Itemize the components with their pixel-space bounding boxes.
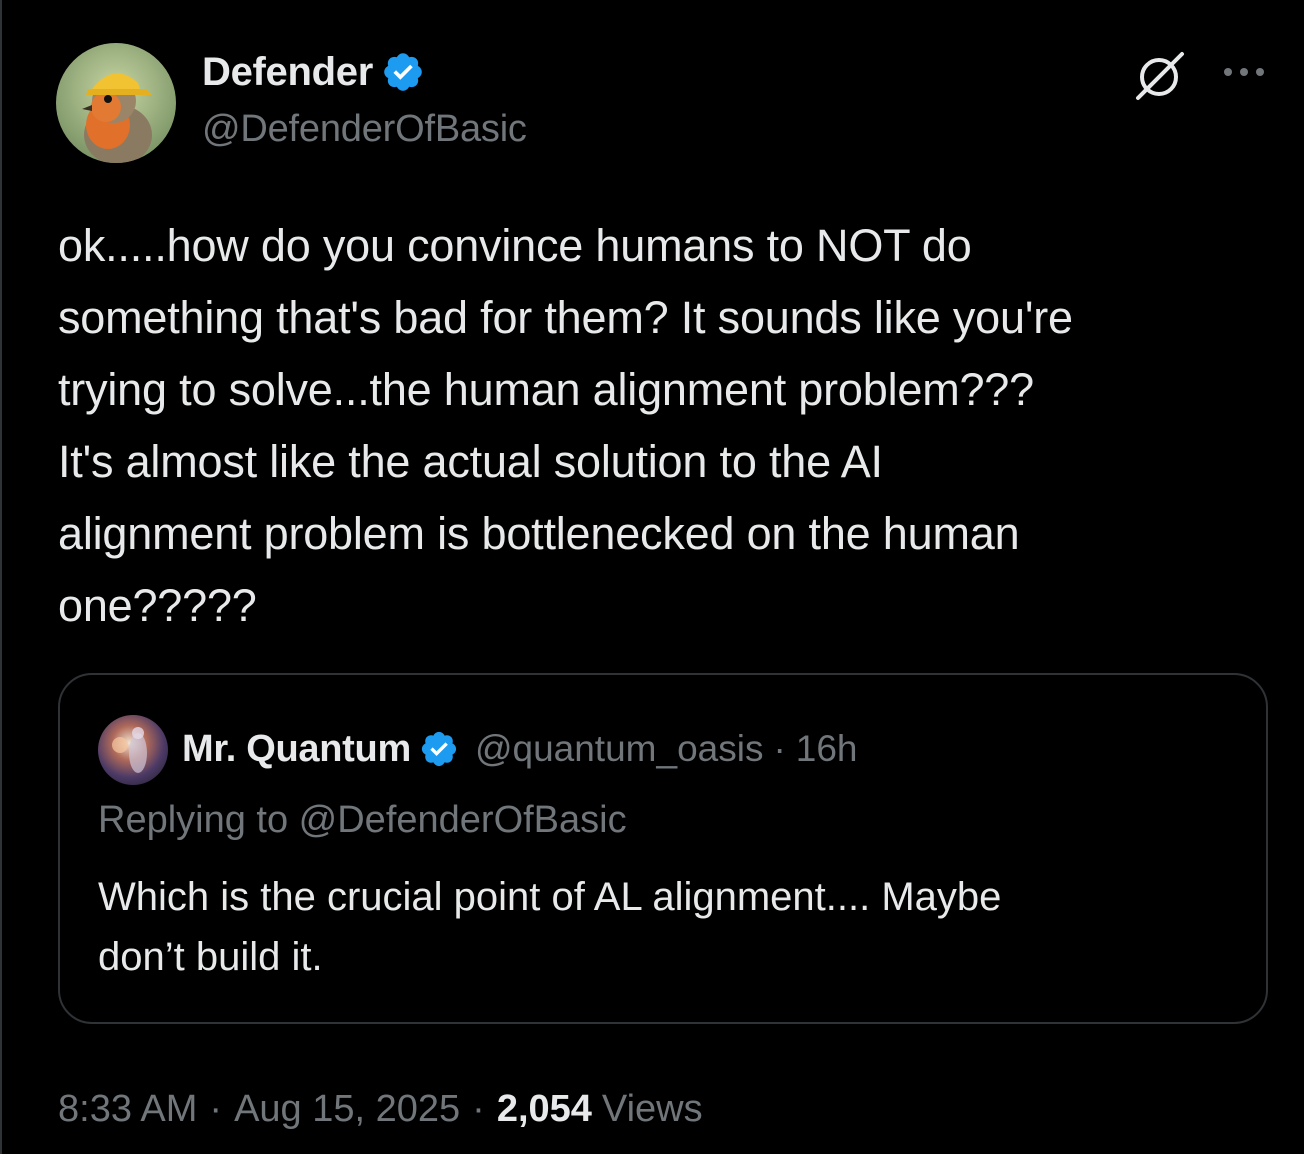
meta-separator: · <box>472 1087 485 1130</box>
left-divider <box>0 0 2 1154</box>
quote-separator: · <box>773 728 786 769</box>
views-count[interactable]: 2,054 <box>497 1088 592 1131</box>
quote-author-handle[interactable]: @quantum_oasis <box>475 728 764 770</box>
views-label[interactable]: Views <box>602 1088 703 1131</box>
replying-to-label: Replying to @DefenderOfBasic <box>98 799 627 841</box>
quoted-tweet-card[interactable]: Mr. Quantum @quantum_oasis · 16h Replyin… <box>58 673 1268 1024</box>
grok-icon[interactable] <box>1132 48 1188 104</box>
author-handle[interactable]: @DefenderOfBasic <box>202 108 527 151</box>
author-avatar[interactable] <box>56 43 176 163</box>
tweet-date[interactable]: Aug 15, 2025 <box>234 1088 460 1131</box>
verified-badge-icon <box>421 731 457 767</box>
robin-avatar-icon <box>56 43 176 163</box>
quote-header: Mr. Quantum @quantum_oasis · 16h <box>182 721 858 777</box>
quote-author-name[interactable]: Mr. Quantum <box>182 728 411 771</box>
author-name[interactable]: Defender <box>202 50 373 95</box>
quote-author-avatar[interactable] <box>98 715 168 785</box>
meta-separator: · <box>209 1087 223 1130</box>
tweet-time[interactable]: 8:33 AM <box>58 1088 197 1131</box>
cosmic-figure-avatar-icon <box>98 715 168 785</box>
quote-timestamp[interactable]: 16h <box>796 728 858 770</box>
more-options-icon[interactable] <box>1222 62 1266 82</box>
tweet-meta: 8:33 AM · Aug 15, 2025 · 2,054 Views <box>58 1083 703 1135</box>
tweet-text: ok.....how do you convince humans to NOT… <box>58 220 1073 631</box>
author-name-row[interactable]: Defender <box>202 46 425 98</box>
quote-text: Which is the crucial point of AL alignme… <box>98 875 1002 979</box>
verified-badge-icon <box>384 53 422 91</box>
